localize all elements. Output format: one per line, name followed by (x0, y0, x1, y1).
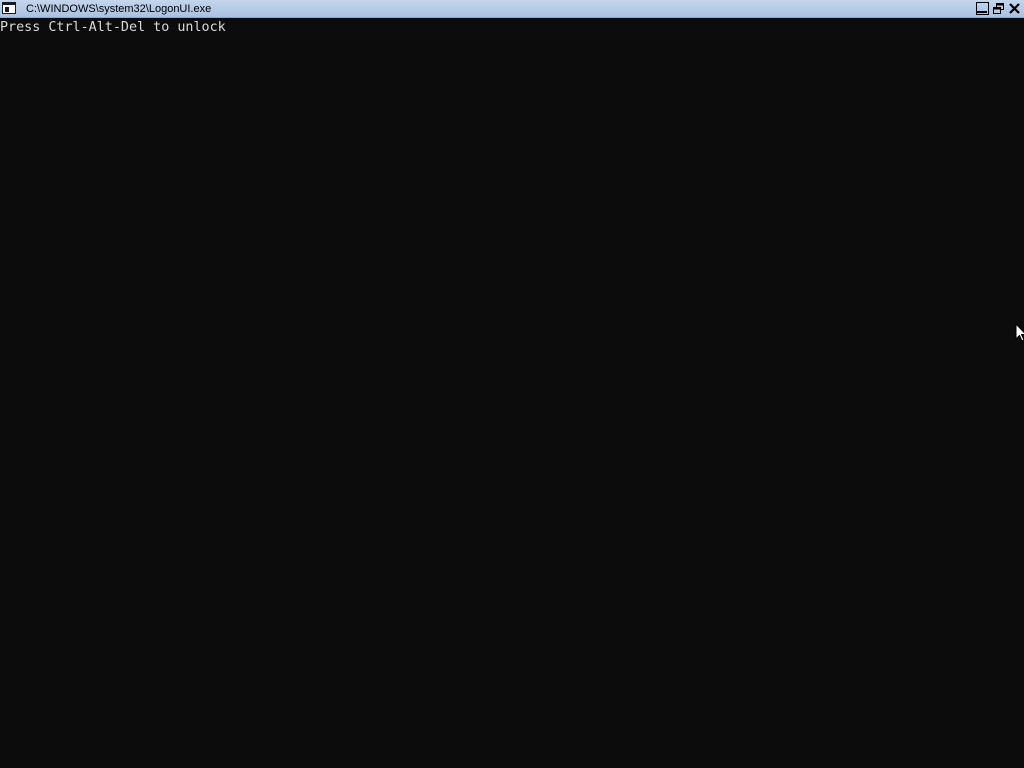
close-icon (1009, 3, 1020, 14)
mouse-pointer-icon (1015, 323, 1024, 342)
restore-icon (993, 3, 1004, 14)
minimize-button[interactable] (976, 2, 989, 15)
close-button[interactable] (1008, 2, 1021, 15)
window-title: C:\WINDOWS\system32\LogonUI.exe (26, 3, 212, 15)
minimize-icon (976, 2, 989, 15)
console-window-icon[interactable] (2, 2, 16, 14)
console-window: C:\WINDOWS\system32\LogonUI.exe Press Ct… (0, 0, 1024, 768)
unlock-prompt: Press Ctrl-Alt-Del to unlock (0, 20, 226, 35)
title-bar[interactable]: C:\WINDOWS\system32\LogonUI.exe (0, 0, 1024, 18)
restore-button[interactable] (992, 2, 1005, 15)
